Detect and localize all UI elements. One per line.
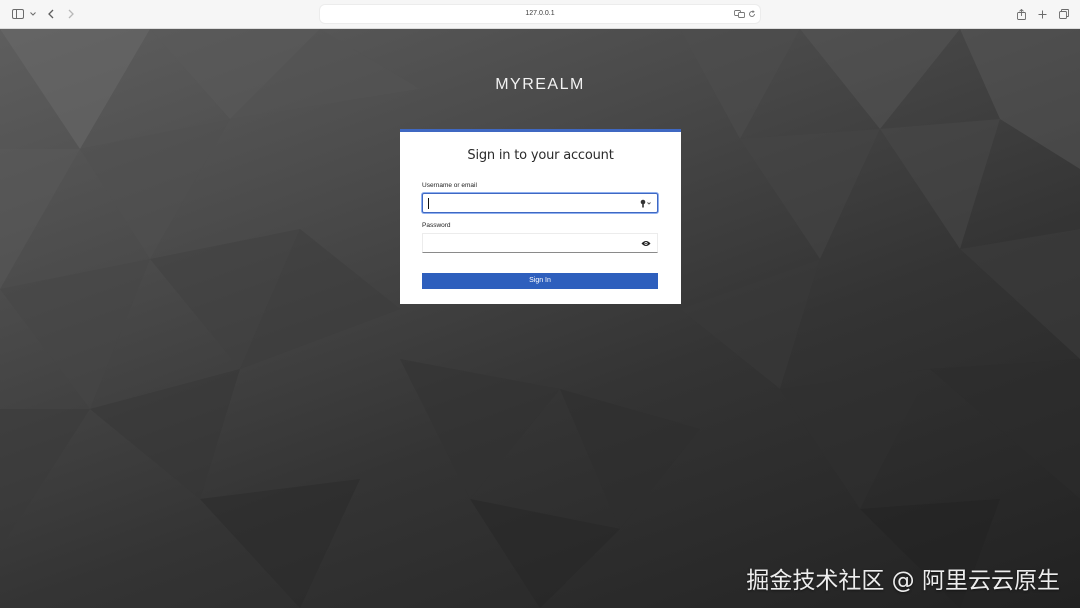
text-caret [428, 198, 429, 209]
page-background [0, 29, 1080, 608]
forward-button[interactable] [66, 6, 76, 22]
login-card: Sign in to your account Username or emai… [400, 129, 681, 304]
login-heading: Sign in to your account [467, 148, 614, 163]
watermark-text: 掘金技术社区 @ 阿里云云原生 [746, 568, 1060, 594]
translate-icon[interactable] [734, 9, 745, 19]
chevron-down-icon[interactable] [28, 6, 37, 22]
chevron-right-icon [68, 9, 74, 19]
realm-title: MYREALM [495, 76, 585, 93]
reload-icon[interactable] [748, 9, 756, 19]
tabs-overview-icon[interactable] [1058, 6, 1069, 22]
eye-icon[interactable] [641, 238, 651, 248]
username-field[interactable] [422, 193, 658, 213]
password-label: Password [422, 222, 451, 229]
share-icon[interactable] [1016, 6, 1027, 22]
chevron-left-icon [48, 9, 54, 19]
url-text: 127.0.0.1 [525, 10, 555, 17]
polygon-background-pattern [0, 29, 1080, 608]
back-button[interactable] [46, 6, 56, 22]
address-bar[interactable]: 127.0.0.1 [320, 5, 760, 23]
plus-icon[interactable] [1037, 6, 1048, 22]
browser-toolbar: 127.0.0.1 [0, 0, 1080, 29]
sidebar-icon[interactable] [11, 6, 25, 22]
username-label: Username or email [422, 182, 477, 189]
sign-in-button[interactable]: Sign In [422, 273, 658, 289]
password-autofill-key-icon[interactable] [640, 198, 651, 208]
password-field[interactable] [422, 233, 658, 253]
